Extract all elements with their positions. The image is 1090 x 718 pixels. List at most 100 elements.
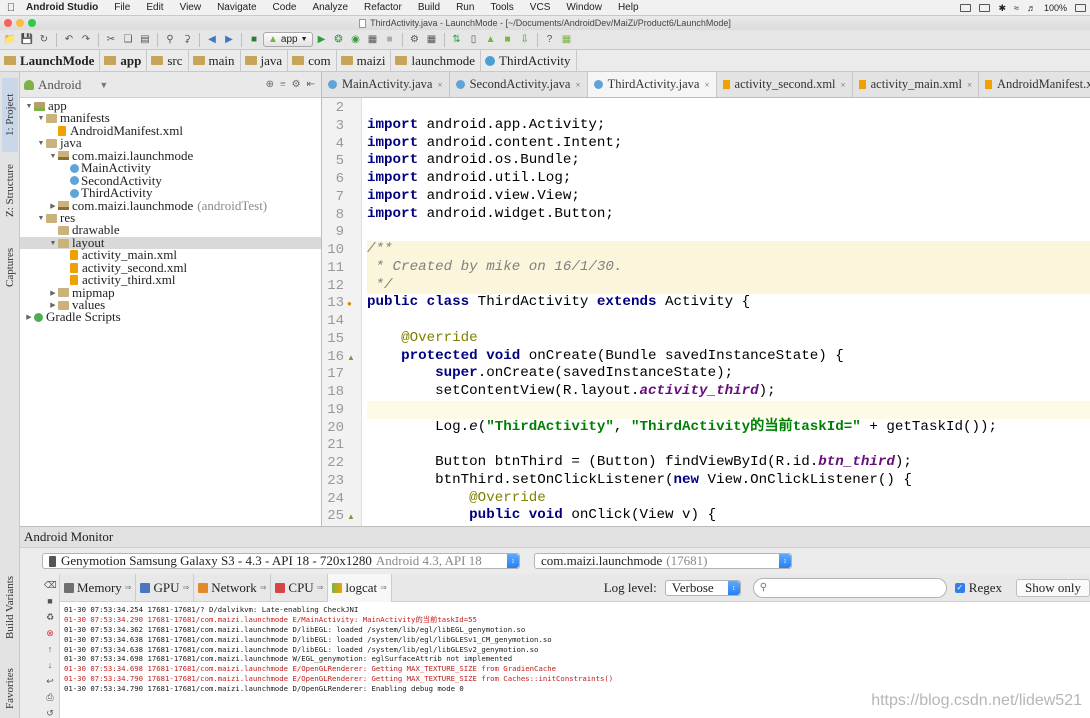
volume-icon[interactable]: ♬ <box>1027 3 1036 13</box>
menu-code[interactable]: Code <box>265 2 305 13</box>
trash-icon[interactable]: ⌫ <box>44 580 57 590</box>
menu-build[interactable]: Build <box>410 2 448 13</box>
tree-item[interactable]: ▶ Gradle Scripts <box>20 310 321 323</box>
close-icon[interactable]: × <box>438 80 443 90</box>
tool-tab-favorites[interactable]: Favorites <box>2 662 18 716</box>
battery-icon[interactable] <box>1075 4 1086 12</box>
menu-vcs[interactable]: VCS <box>522 2 559 13</box>
wifi-icon[interactable]: ≈ <box>1014 3 1019 13</box>
screen-icon[interactable] <box>960 4 972 12</box>
terminate-icon[interactable]: ⊗ <box>44 628 56 638</box>
editor-tab[interactable]: AndroidManifest.xml× <box>979 72 1090 97</box>
tab-memory[interactable]: Memory ⇒ <box>60 573 137 602</box>
expand-arrow-icon[interactable]: ▼ <box>48 150 58 162</box>
close-icon[interactable]: × <box>841 80 846 90</box>
menu-navigate[interactable]: Navigate <box>209 2 264 13</box>
help-icon[interactable]: ? <box>542 32 558 48</box>
tool-tab-project[interactable]: 1: Project <box>2 78 18 152</box>
editor-tab[interactable]: ThirdActivity.java × <box>587 72 717 97</box>
find-icon[interactable]: ⚲ <box>162 32 178 48</box>
tree-item[interactable]: ▶ mipmap <box>20 285 321 299</box>
bluetooth-icon[interactable]: ✱ <box>998 3 1006 14</box>
menu-help[interactable]: Help <box>610 2 647 13</box>
menu-tools[interactable]: Tools <box>482 2 521 13</box>
debug-icon[interactable]: ❂ <box>331 32 347 48</box>
back-icon[interactable]: ◀ <box>204 32 220 48</box>
gradle-sync-icon[interactable]: ⇅ <box>449 32 465 48</box>
breadcrumb-item-com[interactable]: com <box>288 49 337 72</box>
tree-item[interactable]: ▼ res <box>20 211 321 224</box>
override-marker-icon[interactable]: ▲ <box>347 513 355 521</box>
tab-cpu[interactable]: CPU ⇒ <box>271 573 329 602</box>
logcat-search-input[interactable]: ⚲ <box>752 577 947 598</box>
implements-marker-icon[interactable]: ● <box>347 300 355 308</box>
tree-item[interactable]: MainActivity <box>20 161 321 174</box>
collapse-arrow-icon[interactable]: ▶ <box>48 200 58 212</box>
menu-view[interactable]: View <box>172 2 210 13</box>
expand-arrow-icon[interactable]: ▼ <box>24 100 34 112</box>
undo-icon[interactable]: ↶ <box>61 32 77 48</box>
pin-icon[interactable]: ⇒ <box>317 583 324 592</box>
hide-panel-icon[interactable]: ⇤ <box>307 79 315 90</box>
make-project-icon[interactable]: ■ <box>246 32 262 48</box>
avd-manager-icon[interactable]: ▯ <box>466 32 482 48</box>
project-view-select[interactable]: Android ▼ <box>24 77 114 93</box>
device-monitor-icon[interactable]: ■ <box>500 32 516 48</box>
menu-file[interactable]: File <box>106 2 138 13</box>
tab-network[interactable]: Network ⇒ <box>194 573 272 602</box>
profile-icon[interactable]: ▦ <box>365 32 381 48</box>
up-icon[interactable]: ↑ <box>44 644 56 654</box>
tree-item[interactable]: ▼ com.maizi.launchmode <box>20 149 321 162</box>
menu-window[interactable]: Window <box>558 2 610 13</box>
apple-menu-icon[interactable]:  <box>0 2 22 14</box>
menu-edit[interactable]: Edit <box>138 2 171 13</box>
expand-arrow-icon[interactable]: ▼ <box>48 237 58 249</box>
editor-tab[interactable]: SecondActivity.java × <box>450 72 588 97</box>
expand-arrow-icon[interactable]: ▼ <box>36 137 46 149</box>
log-level-select[interactable]: Verbose ↕ <box>664 579 741 596</box>
sync-icon[interactable]: ⊕ <box>266 79 274 90</box>
process-select[interactable]: com.maizi.launchmode (17681) ↕ <box>534 553 792 569</box>
tree-item[interactable]: SecondActivity <box>20 173 321 187</box>
down-icon[interactable]: ↓ <box>44 660 56 670</box>
forward-icon[interactable]: ▶ <box>221 32 237 48</box>
structure-icon[interactable]: ⚙ <box>407 32 423 48</box>
tool-tab-captures[interactable]: Captures <box>2 236 18 298</box>
editor-tab[interactable]: MainActivity.java × <box>322 72 450 97</box>
tree-item[interactable]: activity_third.xml <box>20 273 321 286</box>
tool-tab-build-variants[interactable]: Build Variants <box>2 566 18 648</box>
breadcrumb-item-thirdactivity[interactable]: ThirdActivity <box>481 49 577 72</box>
breadcrumb-item-main[interactable]: main <box>189 49 241 72</box>
open-icon[interactable]: 📁 <box>2 32 18 48</box>
app-menu[interactable]: Android Studio <box>22 2 106 13</box>
pin-icon[interactable]: ⇒ <box>125 583 132 592</box>
display-icon[interactable] <box>979 4 991 12</box>
android-sdk-icon[interactable]: ▲ <box>483 32 499 48</box>
replace-icon[interactable]: ⚳ <box>179 32 195 48</box>
tree-item[interactable]: drawable <box>20 223 321 237</box>
redo-icon[interactable]: ↷ <box>78 32 94 48</box>
close-icon[interactable]: × <box>967 80 972 90</box>
ddms-icon[interactable]: ▦ <box>559 32 575 48</box>
breadcrumb-item-src[interactable]: src <box>147 49 189 72</box>
collapse-icon[interactable]: ≡ <box>280 79 286 90</box>
breadcrumb-item-maizi[interactable]: maizi <box>337 49 392 72</box>
pin-icon[interactable]: ⇒ <box>183 583 190 592</box>
restart-icon[interactable]: ↺ <box>44 708 56 718</box>
collapse-arrow-icon[interactable]: ▶ <box>48 287 58 299</box>
expand-arrow-icon[interactable]: ▼ <box>36 212 46 224</box>
gear-icon[interactable]: ⚙ <box>292 79 301 90</box>
code-area[interactable]: import android.app.Activity; import andro… <box>367 98 1090 526</box>
stop-icon[interactable]: ■ <box>382 32 398 48</box>
run-icon[interactable]: ▶ <box>314 32 330 48</box>
menu-refactor[interactable]: Refactor <box>356 2 410 13</box>
gc-icon[interactable]: ♻ <box>44 612 56 622</box>
override-marker-icon[interactable]: ▲ <box>347 353 355 362</box>
editor-tab[interactable]: activity_second.xml × <box>717 72 853 97</box>
show-only-select[interactable]: Show only <box>1016 578 1090 597</box>
close-window-button[interactable] <box>4 19 12 27</box>
sync-icon[interactable]: ↻ <box>36 32 52 48</box>
attach-debugger-icon[interactable]: ◉ <box>348 32 364 48</box>
copy-icon[interactable]: ❏ <box>120 32 136 48</box>
code-editor[interactable]: 2 3 4 5 6 7 8 9 10 11 12 13 14 15 16 17 18 19 20 21 22 23 24 25… <box>322 98 1090 526</box>
